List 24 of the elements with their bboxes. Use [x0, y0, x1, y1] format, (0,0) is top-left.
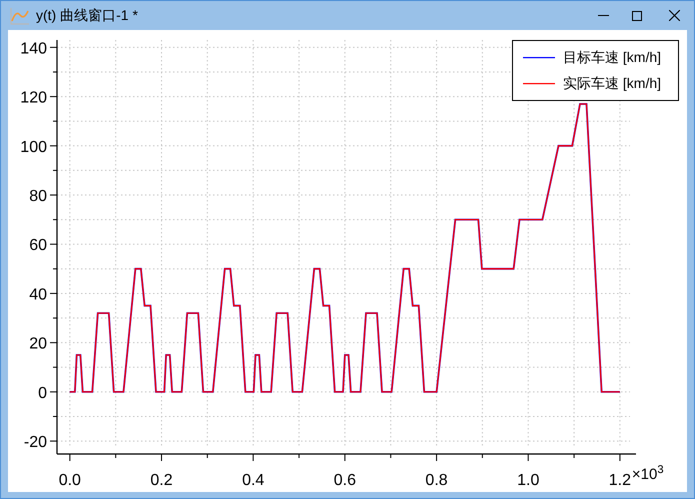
x-tick-label: 0.0 — [58, 472, 81, 489]
y-tick-label: 80 — [29, 188, 47, 206]
legend-label: 目标车速 [km/h] — [563, 48, 662, 67]
y-tick-label: -20 — [24, 434, 47, 452]
line-chart-icon — [10, 6, 30, 24]
y-tick-label: 60 — [29, 237, 47, 254]
x-tick-label: 0.4 — [242, 472, 264, 489]
minimize-icon — [598, 15, 608, 16]
x-axis-multiplier: ×10$^{3}$ — [632, 466, 664, 483]
legend-label: 实际车速 [km/h] — [563, 74, 662, 93]
y-tick-label: 140 — [20, 40, 47, 58]
y-tick-label: 0 — [38, 384, 47, 402]
x-tick-label: 0.2 — [150, 472, 173, 489]
y-tick-label: 20 — [29, 336, 47, 353]
y-tick-label: 40 — [29, 286, 47, 304]
x-tick-label: 1.2 — [608, 472, 632, 489]
x-tick-label: 1.0 — [517, 472, 540, 489]
x-tick-label: 0.6 — [334, 472, 356, 489]
y-tick-label: 100 — [20, 138, 47, 156]
maximize-icon — [632, 10, 642, 20]
x-tick-label: 0.8 — [425, 472, 448, 489]
close-icon — [668, 10, 680, 21]
window-title: y(t) 曲线窗口-1 * — [36, 6, 138, 25]
y-tick-label: 120 — [20, 90, 47, 107]
